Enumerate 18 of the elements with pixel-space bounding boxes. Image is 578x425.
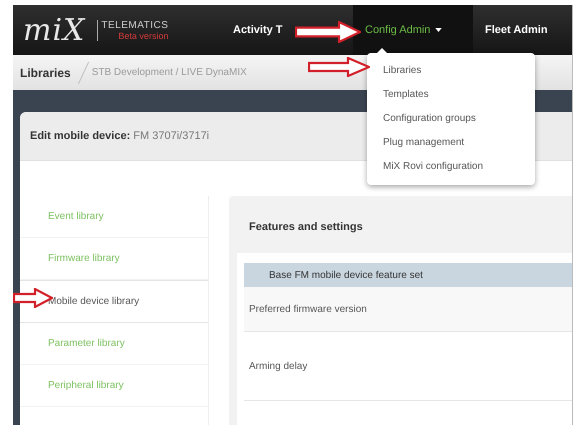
menu-item[interactable]: Libraries: [367, 58, 535, 82]
nav-item[interactable]: Fleet Admin: [473, 5, 560, 55]
group-header: Base FM mobile device feature set: [244, 263, 572, 287]
setting-label: Preferred firmware version: [244, 287, 572, 332]
brand-name: TELEMATICS: [101, 20, 168, 30]
menu-item[interactable]: Configuration groups: [367, 106, 535, 130]
menu-item[interactable]: Plug management: [367, 130, 535, 154]
nav-item[interactable]: Config Admin: [353, 5, 473, 55]
breadcrumb-title[interactable]: Libraries: [20, 66, 71, 80]
edition-label: Beta version: [118, 30, 168, 40]
menu-item[interactable]: Templates: [367, 82, 535, 106]
setting-label: Arming delay: [244, 332, 572, 401]
menu-item[interactable]: MiX Rovi configuration: [367, 154, 535, 178]
nav-item[interactable]: Activity T: [233, 5, 353, 55]
panel-title: Edit mobile device: FM 3707i/3717i: [30, 130, 210, 142]
arrow-icon: [295, 21, 361, 43]
logo: miX: [23, 12, 86, 48]
section-heading: Features and settings: [248, 220, 364, 235]
